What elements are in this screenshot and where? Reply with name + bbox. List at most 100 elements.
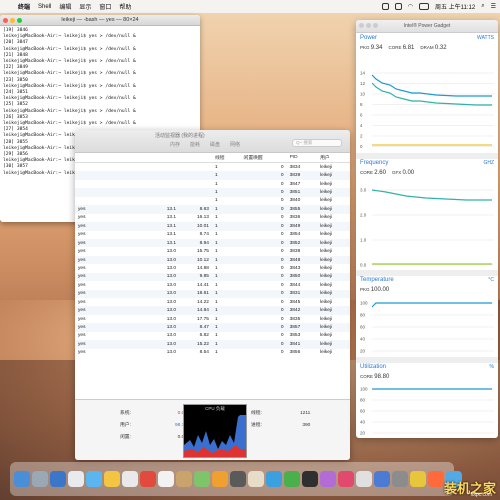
table-row[interactable]: yes 13.1 8.63 1 0 3855 leikeji <box>75 205 350 214</box>
table-row[interactable]: yes 13.1 10.01 1 0 3849 leikeji <box>75 222 350 231</box>
menu-list-icon[interactable]: ☰ <box>491 3 496 10</box>
dock-app-icon[interactable] <box>284 471 300 487</box>
dock-app-icon[interactable] <box>266 471 282 487</box>
dock-app-icon[interactable] <box>104 471 120 487</box>
dock-app-icon[interactable] <box>50 471 66 487</box>
battery-icon[interactable] <box>418 3 429 10</box>
dock-app-icon[interactable] <box>320 471 336 487</box>
column-header[interactable]: 线程 <box>211 153 241 163</box>
table-row[interactable]: 1 0 3847 leikeji <box>75 180 350 188</box>
column-header[interactable] <box>179 153 212 163</box>
table-cell: 8.47 <box>179 323 212 332</box>
table-cell <box>179 188 212 197</box>
activity-monitor-window[interactable]: 活动监视器 (我的进程) 内存 能耗 磁盘 网络 Q~ 搜索 线程 闲置唤醒 PID… <box>75 130 350 460</box>
table-cell: 1 <box>214 282 218 288</box>
activity-title: 活动监视器 (我的进程) <box>155 133 205 139</box>
table-row[interactable]: yes 13.0 15.22 1 0 3841 leikeji <box>75 340 350 349</box>
search-input[interactable]: Q~ 搜索 <box>292 139 342 147</box>
menu-window[interactable]: 窗口 <box>95 2 115 11</box>
table-row[interactable]: yes 13.1 8.74 1 0 3854 leikeji <box>75 231 350 239</box>
dock-app-icon[interactable] <box>32 471 48 487</box>
table-cell: 1 <box>211 272 241 282</box>
table-cell: 0 <box>280 164 284 170</box>
table-cell: 1 <box>214 198 218 204</box>
dock-app-icon[interactable] <box>176 471 192 487</box>
table-cell: 13.0 <box>151 272 180 282</box>
processes-label: 进程: <box>251 423 262 428</box>
dock-app-icon[interactable] <box>374 471 390 487</box>
column-header[interactable]: 闲置唤醒 <box>240 153 287 163</box>
table-cell: leikeji <box>317 205 350 214</box>
menu-edit[interactable]: 编辑 <box>55 2 75 11</box>
tick-label: 12 <box>360 81 366 86</box>
dock-app-icon[interactable] <box>248 471 264 487</box>
dock-app-icon[interactable] <box>212 471 228 487</box>
table-row[interactable]: yes 13.1 8.94 1 0 3852 leikeji <box>75 238 350 248</box>
table-row[interactable]: yes 13.0 14.84 1 0 3842 leikeji <box>75 306 350 315</box>
dock-app-icon[interactable] <box>338 471 354 487</box>
status-icon[interactable] <box>394 3 402 10</box>
dock-app-icon[interactable] <box>230 471 246 487</box>
table-row[interactable]: yes 13.0 10.12 1 0 3848 leikeji <box>75 255 350 265</box>
tab-disk[interactable]: 磁盘 <box>210 141 220 148</box>
tab-energy[interactable]: 能耗 <box>190 141 200 148</box>
menu-app-terminal[interactable]: 终端 <box>14 2 34 11</box>
table-cell: 14.84 <box>179 306 212 315</box>
dock-app-icon[interactable] <box>392 471 408 487</box>
table-cell: 1 <box>214 350 218 356</box>
table-row[interactable]: yes 13.0 15.75 1 0 3838 leikeji <box>75 247 350 255</box>
table-cell: 0 <box>280 249 284 255</box>
dock-app-icon[interactable] <box>68 471 84 487</box>
table-cell: yes <box>75 272 151 282</box>
table-row[interactable]: 1 0 3839 leikeji <box>75 171 350 180</box>
menu-shell[interactable]: Shell <box>34 4 55 10</box>
dock-app-icon[interactable] <box>86 471 102 487</box>
table-cell: leikeji <box>320 249 333 255</box>
table-row[interactable]: yes 13.0 8.47 1 0 3857 leikeji <box>75 323 350 332</box>
dock-app-icon[interactable] <box>158 471 174 487</box>
table-row[interactable]: 1 0 3840 leikeji <box>75 197 350 205</box>
column-header[interactable] <box>75 153 151 163</box>
column-header[interactable]: 用户 <box>317 153 350 163</box>
dock-app-icon[interactable] <box>302 471 318 487</box>
wifi-icon[interactable]: ◠ <box>408 3 413 10</box>
tab-network[interactable]: 网络 <box>230 141 240 148</box>
table-cell: 0 <box>240 205 287 214</box>
power-gadget-window[interactable]: Intel® Power Gadget Power WATTS PKG 9.34… <box>356 20 498 438</box>
status-icon[interactable] <box>381 3 389 10</box>
activity-toolbar[interactable]: 活动监视器 (我的进程) 内存 能耗 磁盘 网络 Q~ 搜索 <box>75 130 350 153</box>
search-icon[interactable]: ⌕ <box>481 3 484 10</box>
clock[interactable]: 周五 上午11:12 <box>435 2 475 11</box>
column-header[interactable] <box>151 153 180 163</box>
table-row[interactable]: 1 0 3834 leikeji <box>75 163 350 172</box>
table-cell: leikeji <box>317 272 350 282</box>
dock-app-icon[interactable] <box>14 471 30 487</box>
table-row[interactable]: yes 13.0 18.61 1 0 3831 leikeji <box>75 289 350 298</box>
terminal-titlebar[interactable]: leikeji — -bash — yes — 80×24 <box>0 15 200 26</box>
dock-app-icon[interactable] <box>194 471 210 487</box>
table-cell: 1 <box>211 323 241 332</box>
table-row[interactable]: yes 13.0 14.88 1 0 3843 leikeji <box>75 264 350 272</box>
menu-help[interactable]: 帮助 <box>115 2 135 11</box>
dock-app-icon[interactable] <box>122 471 138 487</box>
table-row[interactable]: 1 0 3851 leikeji <box>75 188 350 197</box>
process-table[interactable]: 线程 闲置唤醒 PID 用户 1 0 3834 leikeji 1 0 3839 leikeji 1 0… <box>75 153 350 357</box>
frequency-heading: Frequency <box>360 160 389 166</box>
dock-app-icon[interactable] <box>356 471 372 487</box>
power-gadget-titlebar[interactable]: Intel® Power Gadget <box>356 20 498 33</box>
dock-app-icon[interactable] <box>140 471 156 487</box>
column-header[interactable]: PID <box>286 153 318 163</box>
table-row[interactable]: yes 13.0 6.82 1 0 3853 leikeji <box>75 332 350 340</box>
table-cell <box>151 163 179 172</box>
tab-memory[interactable]: 内存 <box>170 141 180 148</box>
table-row[interactable]: yes 13.1 16.13 1 0 3836 leikeji <box>75 214 350 222</box>
table-row[interactable]: yes 13.0 14.22 1 0 3845 leikeji <box>75 298 350 306</box>
dock-app-icon[interactable] <box>428 471 444 487</box>
menu-view[interactable]: 显示 <box>75 2 95 11</box>
table-row[interactable]: yes 13.0 17.75 1 0 3835 leikeji <box>75 315 350 323</box>
table-row[interactable]: yes 13.0 9.85 1 0 3850 leikeji <box>75 272 350 282</box>
table-row[interactable]: yes 13.0 8.54 1 0 3856 leikeji <box>75 349 350 357</box>
table-cell: 1 <box>211 205 241 214</box>
dock-app-icon[interactable] <box>410 471 426 487</box>
table-row[interactable]: yes 13.0 14.41 1 0 3844 leikeji <box>75 281 350 289</box>
